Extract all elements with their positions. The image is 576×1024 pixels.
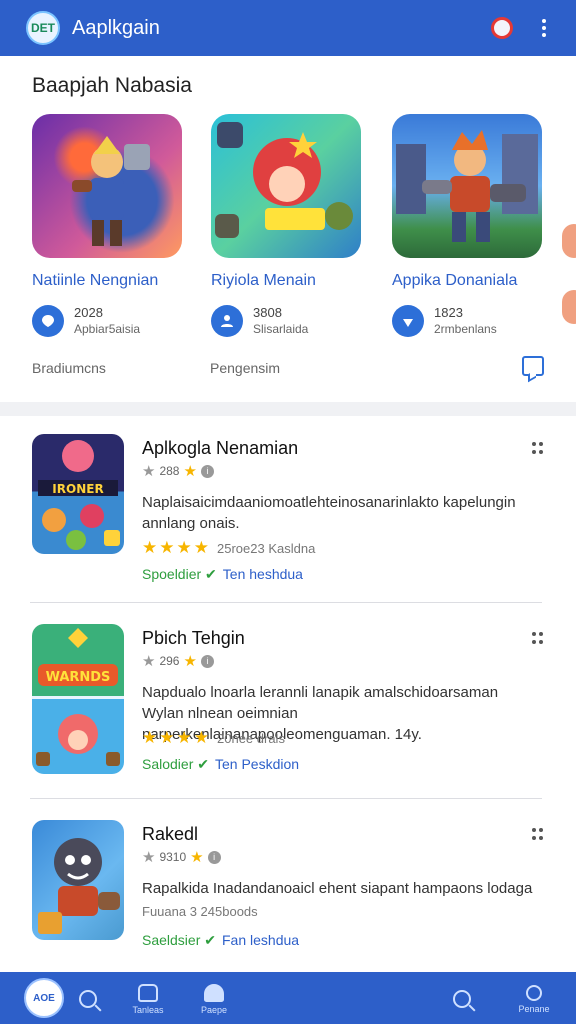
app-title: Aaplkgain <box>72 16 160 39</box>
featured-card-image[interactable] <box>392 114 542 258</box>
app-icon[interactable]: IRONER <box>32 434 124 554</box>
app-description: Rapalkida Inadandanoaicl ehent siapant h… <box>142 880 533 897</box>
bottom-nav: AOE Tanleas Paepe Penane <box>0 972 576 1024</box>
tag-green[interactable]: Saeldsier ✔ <box>142 932 216 949</box>
featured-card[interactable]: Natiinle Nengnian 2028 Apbiar5aisia <box>32 114 184 338</box>
nav-item-3[interactable]: Paepe <box>184 978 244 1020</box>
app-icon[interactable] <box>32 820 124 940</box>
app-icon[interactable]: WARNDS <box>32 624 124 774</box>
tag-green[interactable]: Spoeldier ✔ <box>142 566 217 583</box>
app-header: DET Aaplkgain <box>0 0 576 56</box>
star-rating: ★ ★ ★ ★ 25roe23 Kasldna <box>142 538 316 557</box>
tag-blue[interactable]: Fan leshdua <box>222 932 299 949</box>
app-title[interactable]: Aplkogla Nenamian <box>142 438 298 459</box>
featured-card-image[interactable] <box>211 114 361 258</box>
review-text: 20nee drals <box>217 730 285 746</box>
featured-card-number: 2028 <box>74 305 103 320</box>
app-icon-text: IRONER <box>52 482 103 496</box>
featured-card[interactable]: Riyiola Menain 3808 Slisarlaida <box>211 114 363 338</box>
info-icon[interactable]: i <box>200 464 214 478</box>
featured-card[interactable]: Appika Donaniala 1823 2rmbenlans <box>392 114 544 338</box>
more-options-button[interactable] <box>530 14 558 42</box>
star-icon: ★ <box>142 463 156 480</box>
app-icon-text: WARNDS <box>46 670 111 685</box>
info-icon[interactable]: i <box>207 850 221 864</box>
section-title: Baapjah Nabasia <box>32 74 192 97</box>
info-icon[interactable]: i <box>200 654 214 668</box>
app-description: Naplaisaicimdaaniomoatlehteinosanarinlak… <box>142 494 516 532</box>
location-icon <box>392 305 424 337</box>
app-rating: ★ 296 ★ i <box>142 652 214 670</box>
star-icon: ★ <box>142 653 156 670</box>
tag-blue[interactable]: Ten Peskdion <box>215 756 299 773</box>
featured-card-name[interactable]: Appika Donaniala <box>392 272 544 290</box>
nav-label: Penane <box>518 1003 550 1014</box>
tag-blue[interactable]: Ten heshdua <box>223 566 303 583</box>
divider <box>30 602 542 603</box>
featured-card-number: 3808 <box>253 305 282 320</box>
nav-item-profile[interactable]: Penane <box>504 978 564 1020</box>
app-rating: ★ 9310 ★ i <box>142 848 221 866</box>
star-rating: ★ ★ ★ ★ 20nee drals <box>142 728 285 747</box>
app-tags: Spoeldier ✔ Ten heshdua <box>142 566 303 583</box>
nav-label: Tanleas <box>132 1004 164 1015</box>
app-list: IRONER Aplkogla Nenamian ★ 288 ★ i Napla… <box>0 416 576 972</box>
app-title[interactable]: Rakedl <box>142 824 198 845</box>
star-icon: ★ <box>183 653 197 670</box>
chat-icon[interactable] <box>522 356 544 376</box>
app-rating: ★ 288 ★ i <box>142 462 214 480</box>
user-icon <box>526 984 542 1001</box>
star-icon: ★ <box>183 463 197 480</box>
featured-card-label: Slisarlaida <box>253 322 309 336</box>
featured-section: Baapjah Nabasia Natiinle Nengnian 2028 A… <box>0 56 576 402</box>
rating-count: 9310 <box>159 850 187 864</box>
notification-icon <box>491 17 513 39</box>
ghost-icon <box>204 983 224 1002</box>
featured-card-image[interactable] <box>32 114 182 258</box>
featured-card-meta: 1823 2rmbenlans <box>392 304 544 338</box>
kebab-menu-icon <box>542 19 546 37</box>
review-text: Fuuana 3 245boods <box>142 904 258 919</box>
more-icon[interactable] <box>532 442 544 454</box>
search-icon <box>453 990 471 1008</box>
next-card-peek[interactable] <box>562 224 576 258</box>
search-icon <box>79 990 97 1008</box>
nav-search-button-2[interactable] <box>432 978 492 1020</box>
nav-search-button[interactable] <box>58 978 118 1020</box>
star-icon: ★ <box>190 849 204 866</box>
featured-card-name[interactable]: Natiinle Nengnian <box>32 272 184 290</box>
star-rating: Fuuana 3 245boods <box>142 904 258 919</box>
app-title[interactable]: Pbich Tehgin <box>142 628 245 649</box>
tag-green[interactable]: Salodier ✔ <box>142 756 209 773</box>
featured-card-name[interactable]: Riyiola Menain <box>211 272 363 290</box>
featured-card-label: Apbiar5aisia <box>74 322 141 336</box>
review-text: 25roe23 Kasldna <box>217 540 316 556</box>
more-icon[interactable] <box>532 632 544 644</box>
nav-item-2[interactable]: Tanleas <box>118 978 178 1020</box>
next-card-peek[interactable] <box>562 290 576 324</box>
rating-count: 288 <box>159 464 180 478</box>
featured-card-label: 2rmbenlans <box>434 322 497 336</box>
app-tags: Saeldsier ✔ Fan leshdua <box>142 932 299 949</box>
pin-icon <box>32 305 64 337</box>
notification-button[interactable] <box>488 14 516 42</box>
star-icon: ★ <box>142 849 156 866</box>
featured-card-number: 1823 <box>434 305 463 320</box>
category-tag[interactable]: Pengensim <box>210 360 280 376</box>
nav-label: Paepe <box>200 1004 228 1015</box>
app-logo[interactable]: DET <box>26 11 60 45</box>
user-icon <box>211 305 243 337</box>
divider <box>30 798 542 799</box>
rating-count: 296 <box>159 654 180 668</box>
more-icon[interactable] <box>532 828 544 840</box>
shield-icon <box>138 983 158 1002</box>
featured-card-meta: 3808 Slisarlaida <box>211 304 363 338</box>
app-tags: Salodier ✔ Ten Peskdion <box>142 756 299 773</box>
featured-card-meta: 2028 Apbiar5aisia <box>32 304 184 338</box>
category-tag[interactable]: Bradiumcns <box>32 360 106 376</box>
